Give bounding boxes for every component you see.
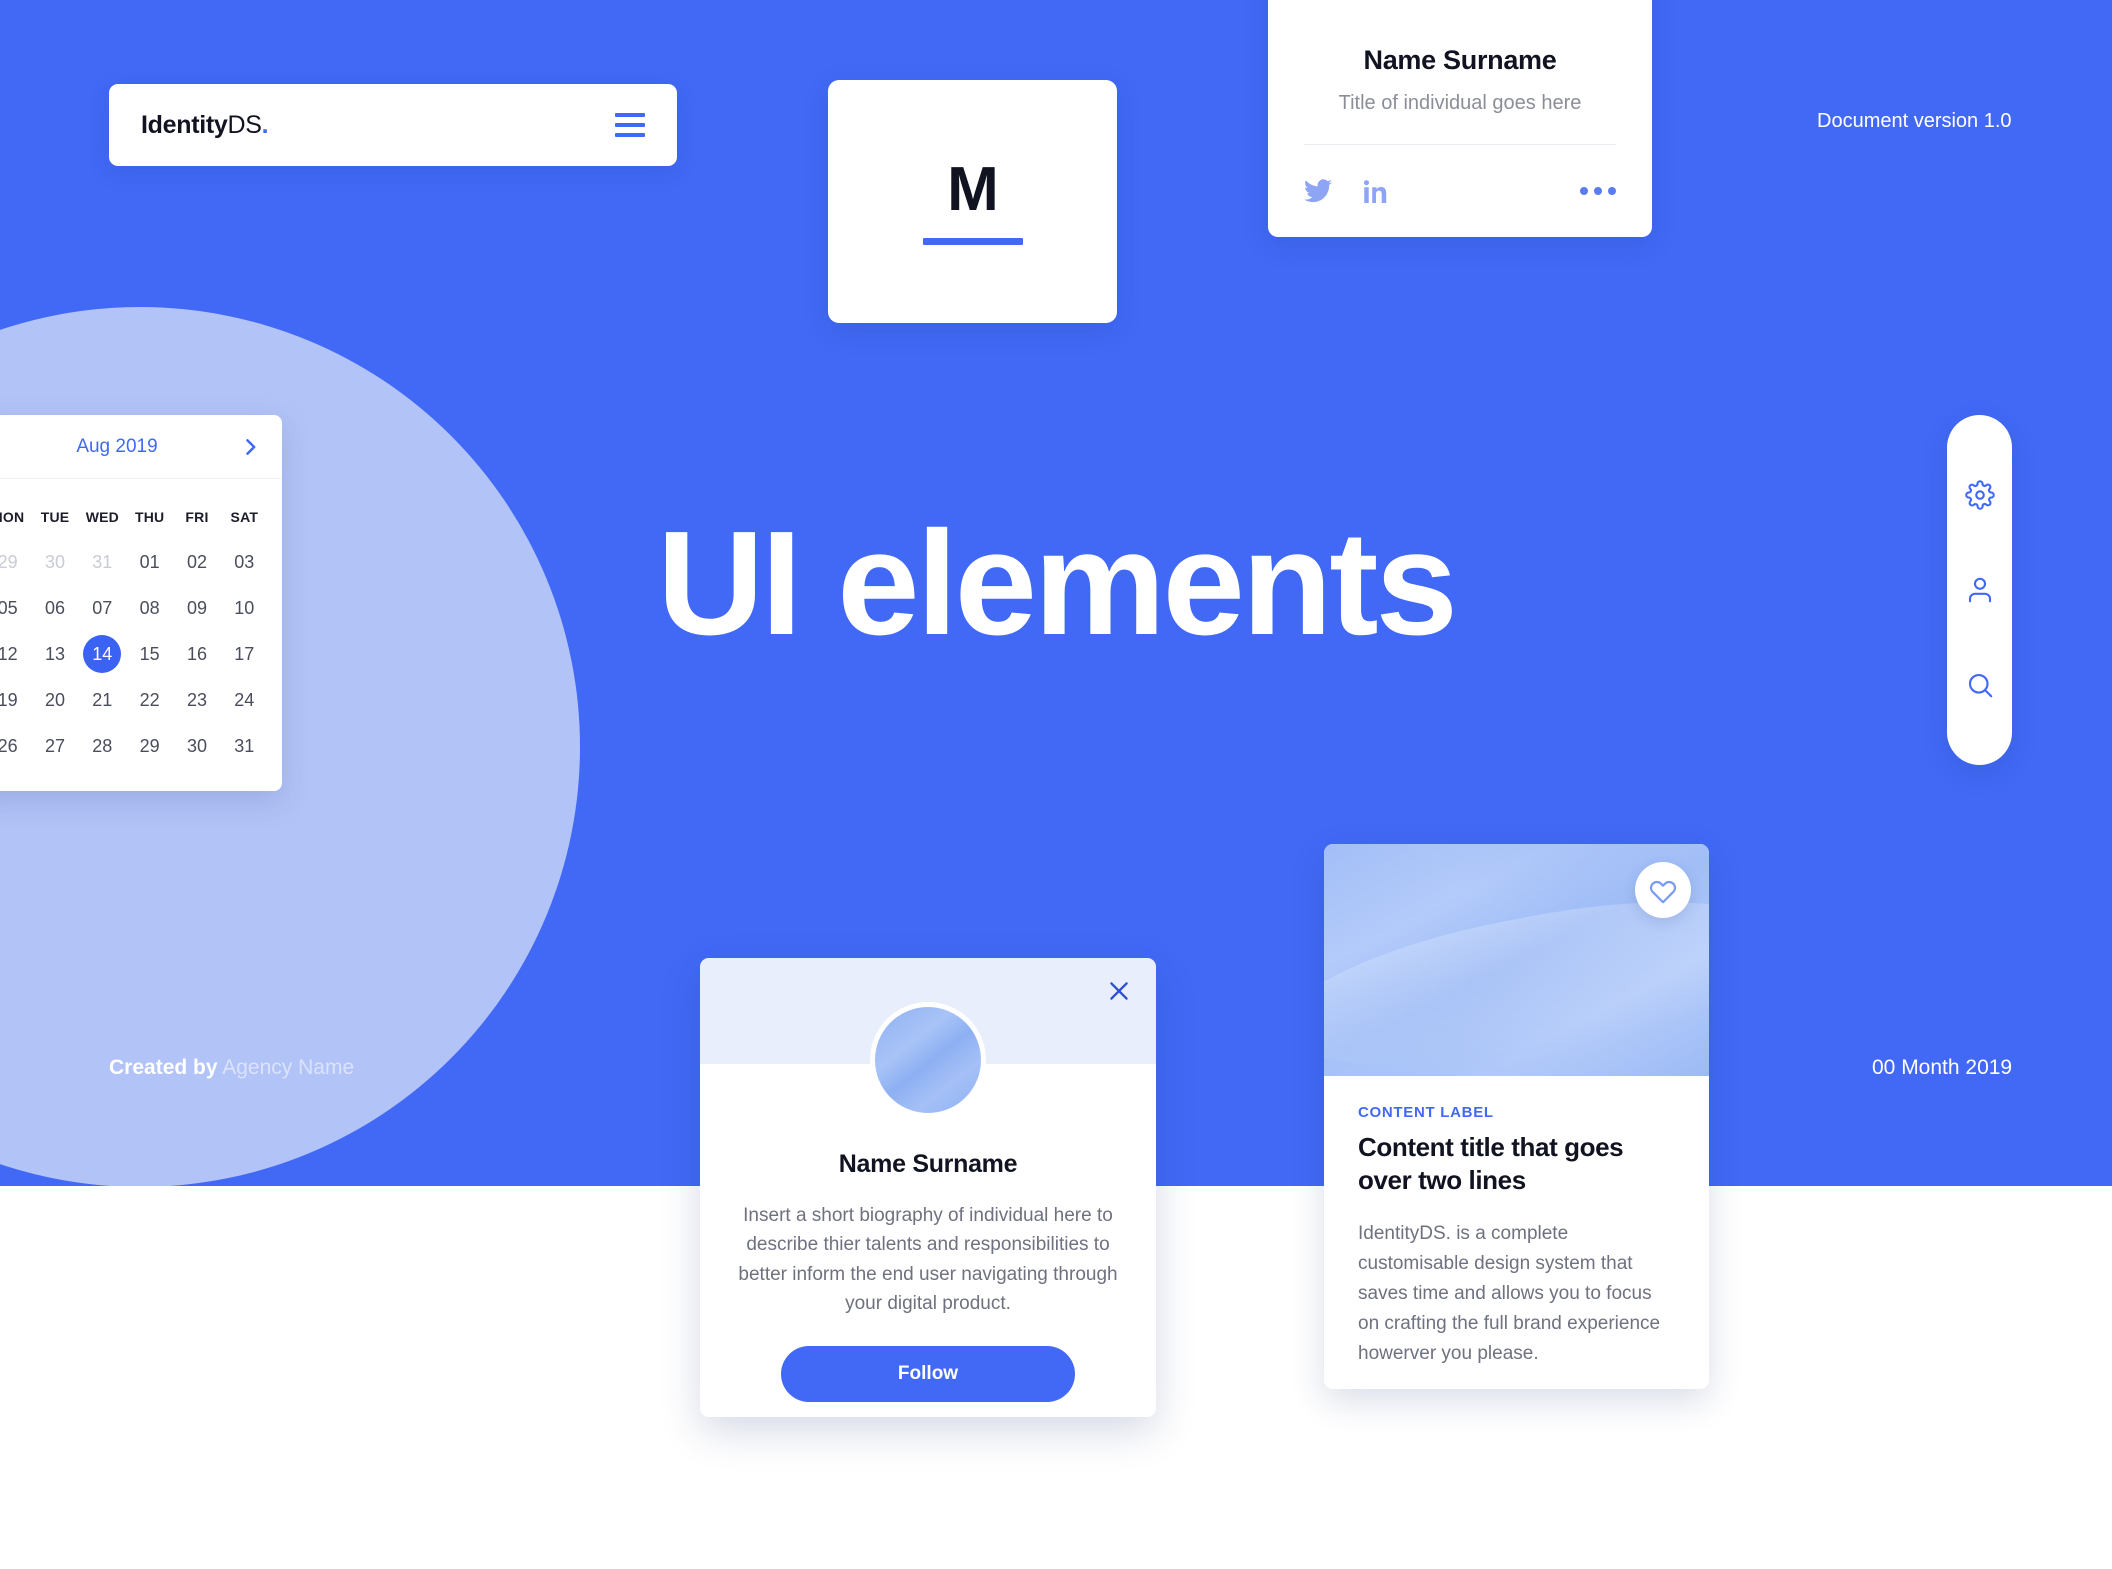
hamburger-line xyxy=(615,113,645,117)
calendar-day-names: MON TUE WED THU FRI SAT xyxy=(0,495,268,539)
user-icon[interactable] xyxy=(1965,575,1995,605)
calendar-day[interactable]: 15 xyxy=(126,631,173,677)
created-by-bold: Created by xyxy=(109,1056,218,1079)
calendar-day[interactable]: 22 xyxy=(126,677,173,723)
page-root: UI elements IdentityDS. M Name Surname T… xyxy=(0,0,2112,1569)
heart-icon[interactable] xyxy=(1635,862,1691,918)
calendar-week-row: 05 06 07 08 09 10 xyxy=(0,585,268,631)
calendar-day[interactable]: 31 xyxy=(221,723,268,769)
content-image xyxy=(1324,844,1709,1100)
modal-bio: Insert a short biography of individual h… xyxy=(738,1205,1118,1315)
calendar-day[interactable]: 02 xyxy=(173,539,220,585)
calendar-day[interactable]: 07 xyxy=(79,585,126,631)
calendar-day[interactable]: 23 xyxy=(173,677,220,723)
document-date-label: 00 Month 2019 xyxy=(1872,1056,2013,1079)
calendar-day[interactable]: 17 xyxy=(221,631,268,677)
twitter-icon[interactable] xyxy=(1304,179,1332,203)
profile-card: Name Surname Title of individual goes he… xyxy=(1268,0,1652,237)
agency-name: Agency Name xyxy=(222,1056,355,1079)
calendar-day[interactable]: 29 xyxy=(0,539,31,585)
calendar-day[interactable]: 29 xyxy=(126,723,173,769)
dot xyxy=(1580,187,1588,195)
content-body: CONTENT LABEL Content title that goes ov… xyxy=(1324,1076,1709,1369)
calendar-day[interactable]: 12 xyxy=(0,631,31,677)
calendar-day[interactable]: 30 xyxy=(31,539,78,585)
modal-header xyxy=(700,958,1156,1118)
calendar-day-name: SAT xyxy=(230,509,259,525)
monogram-card: M xyxy=(828,80,1117,323)
content-title: Content title that goes over two lines xyxy=(1358,1132,1624,1195)
calendar-day-name: TUE xyxy=(40,509,70,525)
calendar-day[interactable]: 24 xyxy=(221,677,268,723)
content-label: CONTENT LABEL xyxy=(1358,1104,1494,1121)
calendar-body: MONTUEWEDTHUFRISAT 293031010203050607080… xyxy=(0,479,282,791)
dot xyxy=(1594,187,1602,195)
calendar-day[interactable]: 09 xyxy=(173,585,220,631)
avatar xyxy=(870,1002,986,1118)
modal-name: Name Surname xyxy=(838,1150,1018,1178)
calendar-day-name: THU xyxy=(134,509,165,525)
calendar-day[interactable]: 31 xyxy=(79,539,126,585)
calendar-day[interactable]: 08 xyxy=(126,585,173,631)
monogram-underline xyxy=(922,237,1023,245)
calendar-month-label: Aug 2019 xyxy=(76,435,158,457)
icon-rail xyxy=(1947,415,2012,765)
calendar-week-row: 19 20 21 22 23 24 xyxy=(0,677,268,723)
calendar-day[interactable]: 06 xyxy=(31,585,78,631)
content-card: CONTENT LABEL Content title that goes ov… xyxy=(1324,844,1709,1389)
calendar-week-row: 26 27 28 29 30 31 xyxy=(0,723,268,769)
calendar-weeks: 29 30 31 01 02 03 05 06 07 08 09 10 12 13 14 15 16 17 19 20… xyxy=(0,539,268,769)
calendar-day[interactable]: 26 xyxy=(0,723,31,769)
gear-icon[interactable] xyxy=(1964,480,1995,510)
calendar-header: Aug 2019 xyxy=(0,415,282,479)
calendar-day[interactable]: 30 xyxy=(173,723,220,769)
logo-dot: . xyxy=(261,110,269,139)
ellipsis-icon[interactable] xyxy=(1580,187,1616,195)
created-by-label: Created by Agency Name xyxy=(109,1056,354,1080)
hamburger-line xyxy=(615,123,645,127)
calendar-day[interactable]: 01 xyxy=(126,539,173,585)
calendar-day[interactable]: 21 xyxy=(79,677,126,723)
search-icon[interactable] xyxy=(1965,670,1995,700)
calendar-day-name: FRI xyxy=(185,509,209,525)
logo-normal-text: DS xyxy=(227,110,262,139)
calendar-day-name: WED xyxy=(85,509,119,525)
hamburger-line xyxy=(615,133,645,137)
calendar-day[interactable]: 16 xyxy=(173,631,220,677)
calendar-day[interactable]: 27 xyxy=(31,723,78,769)
profile-name: Name Surname xyxy=(1363,45,1557,75)
linkedin-icon[interactable] xyxy=(1364,179,1388,203)
calendar-widget: Aug 2019 MONTUEWEDTHUFRISAT 293031010203… xyxy=(0,415,282,791)
calendar-day[interactable]: 03 xyxy=(221,539,268,585)
close-icon[interactable] xyxy=(1106,978,1132,1004)
follow-button[interactable]: Follow xyxy=(781,1345,1075,1402)
monogram-letter: M xyxy=(947,154,999,224)
calendar-day-name: MON xyxy=(0,509,25,525)
calendar-day[interactable]: 28 xyxy=(79,723,126,769)
navbar: IdentityDS. xyxy=(109,84,677,166)
document-version-label: Document version 1.0 xyxy=(1817,110,2012,132)
calendar-day[interactable]: 10 xyxy=(221,585,268,631)
brand-logo[interactable]: IdentityDS. xyxy=(141,110,269,140)
dot xyxy=(1608,187,1616,195)
calendar-day[interactable]: 19 xyxy=(0,677,31,723)
content-text: IdentityDS. is a complete customisable d… xyxy=(1358,1222,1661,1364)
page-title: UI elements xyxy=(657,501,1458,666)
calendar-day[interactable]: 20 xyxy=(31,677,78,723)
profile-actions xyxy=(1304,145,1616,237)
logo-bold-text: Identity xyxy=(141,110,228,139)
calendar-week-row: 12 13 14 15 16 17 xyxy=(0,631,268,677)
hamburger-icon[interactable] xyxy=(615,113,645,137)
calendar-week-row: 29 30 31 01 02 03 xyxy=(0,539,268,585)
profile-modal: Name Surname Insert a short biography of… xyxy=(700,958,1156,1417)
calendar-day[interactable]: 05 xyxy=(0,585,31,631)
profile-title: Title of individual goes here xyxy=(1338,92,1582,114)
chevron-right-icon[interactable] xyxy=(240,437,260,457)
calendar-day-selected[interactable]: 14 xyxy=(79,631,126,677)
calendar-day[interactable]: 13 xyxy=(31,631,78,677)
